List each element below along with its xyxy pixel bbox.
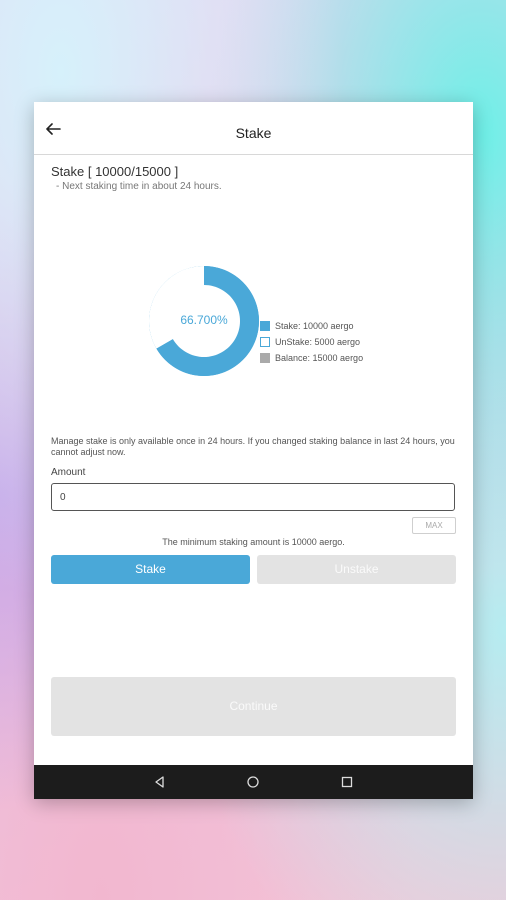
app-bar: Stake [34, 102, 473, 155]
legend-swatch [260, 321, 270, 331]
max-button[interactable]: MAX [412, 517, 456, 534]
amount-label: Amount [51, 467, 86, 478]
app-window: Stake Stake [ 10000/15000 ] - Next staki… [34, 102, 473, 799]
stake-next-time: - Next staking time in about 24 hours. [56, 181, 222, 192]
chart-legend: Stake: 10000 aergo UnStake: 5000 aergo Bal… [260, 318, 363, 366]
home-circle-icon[interactable] [245, 774, 261, 790]
recents-square-icon[interactable] [339, 774, 355, 790]
chart-center-percentage: 66.700% [180, 313, 228, 327]
manage-stake-notice: Manage stake is only available once in 2… [51, 436, 455, 457]
page-title: Stake [235, 125, 272, 141]
legend-swatch [260, 353, 270, 363]
stake-button[interactable]: Stake [51, 555, 250, 584]
amount-input[interactable] [51, 483, 455, 511]
legend-label: Balance: 15000 aergo [275, 353, 364, 363]
stake-summary-title: Stake [ 10000/15000 ] [51, 164, 179, 179]
legend-label: UnStake: 5000 aergo [275, 337, 361, 347]
legend-item-0: Stake: 10000 aergo [260, 318, 363, 334]
stake-donut-chart: 66.700% [144, 261, 264, 381]
donut-slice-1 [149, 266, 204, 349]
legend-item-2: Balance: 15000 aergo [260, 350, 363, 366]
continue-button[interactable]: Continue [51, 677, 456, 736]
legend-label: Stake: 10000 aergo [275, 321, 354, 331]
legend-swatch [260, 337, 270, 347]
system-nav-bar [34, 765, 473, 799]
legend-item-1: UnStake: 5000 aergo [260, 334, 363, 350]
minimum-amount-note: The minimum staking amount is 10000 aerg… [162, 537, 345, 547]
back-triangle-icon[interactable] [152, 774, 168, 790]
unstake-button[interactable]: Unstake [257, 555, 456, 584]
